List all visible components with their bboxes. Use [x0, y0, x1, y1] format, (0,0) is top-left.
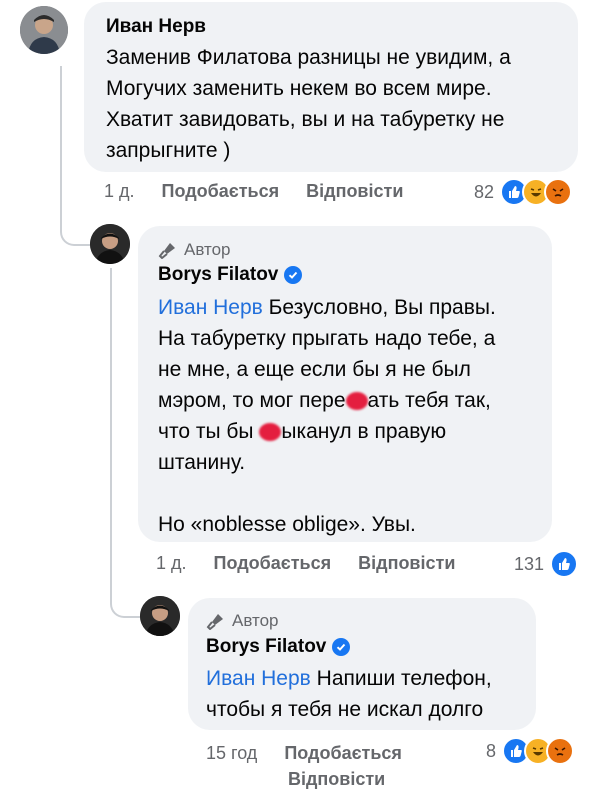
reply-button[interactable]: Відповісти — [288, 769, 385, 789]
avatar-person-icon — [20, 6, 68, 54]
author-badge: Автор — [158, 240, 231, 260]
censored-mark — [345, 392, 368, 411]
reply-text-segment: ать тебя так, — [367, 389, 491, 412]
reply-line: Но «noblesse oblige». Увы. — [158, 513, 416, 536]
reply-text: Иван Нерв Безусловно, Вы правы. На табур… — [158, 292, 548, 540]
reply-meta: 15 год Подобається Відповісти — [206, 740, 446, 792]
author-badge-label: Автор — [232, 611, 279, 630]
timestamp[interactable]: 1 д. — [156, 553, 187, 573]
avatar[interactable] — [140, 596, 180, 636]
reply-text-segment: ыканул в правую — [281, 420, 447, 443]
reply-text: Иван Нерв Напиши телефон, чтобы я тебя н… — [206, 663, 536, 725]
reply-author-row: Borys Filatov — [206, 636, 351, 658]
mention-link[interactable]: Иван Нерв — [158, 296, 263, 319]
reaction-count: 8 — [486, 740, 497, 761]
angry-icon — [544, 178, 573, 206]
comment-author[interactable]: Иван Нерв — [106, 16, 206, 38]
reply-text-segment: Напиши телефон, — [310, 667, 492, 690]
comment-line: запрыгните ) — [106, 139, 231, 162]
reply-line: не мне, а еще если бы я не был — [158, 358, 471, 381]
microphone-icon — [206, 614, 223, 630]
verified-badge-icon — [332, 638, 351, 656]
comment-line: Заменив Филатова разницы не увидим, а — [106, 46, 511, 69]
timestamp[interactable]: 1 д. — [104, 181, 135, 201]
thread-line-main — [60, 66, 62, 206]
avatar[interactable] — [20, 6, 68, 54]
reply-line: На табуретку прыгать надо тебе, а — [158, 327, 496, 350]
reply-author[interactable]: Borys Filatov — [158, 264, 278, 286]
thread-line-reply — [110, 268, 112, 578]
avatar-person-icon — [140, 596, 180, 636]
comment-meta: 1 д. Подобається Відповісти — [104, 181, 403, 202]
like-button[interactable]: Подобається — [214, 553, 332, 573]
comment-line: Хватит завидовать, вы и на табуретку не — [106, 108, 505, 131]
reactions-summary[interactable]: 82 — [474, 178, 573, 206]
reply-author-row: Borys Filatov — [158, 264, 303, 286]
like-button[interactable]: Подобається — [284, 743, 402, 763]
thread-line-curve-2 — [110, 576, 140, 618]
comment-line: Могучих заменить некем во всем мире. — [106, 77, 492, 100]
reply-text-segment: Безусловно, Вы правы. — [262, 296, 496, 319]
reaction-count: 131 — [514, 553, 545, 574]
author-badge: Автор — [206, 611, 279, 631]
angry-icon — [546, 737, 575, 765]
microphone-icon — [158, 243, 175, 259]
censored-mark — [259, 423, 282, 442]
mention-link[interactable]: Иван Нерв — [206, 667, 311, 690]
verified-badge-icon — [284, 266, 303, 284]
reply-author[interactable]: Borys Filatov — [206, 636, 326, 658]
reply-line: штанину. — [158, 451, 246, 474]
reactions-summary[interactable]: 8 — [486, 737, 575, 765]
reactions-summary[interactable]: 131 — [514, 550, 579, 578]
reaction-count: 82 — [474, 181, 495, 202]
reply-text-segment: мэром, то мог пере — [158, 389, 346, 412]
reply-button[interactable]: Відповісти — [306, 181, 403, 201]
timestamp[interactable]: 15 год — [206, 743, 257, 763]
like-icon — [550, 550, 579, 578]
comment-text: Заменив Филатова разницы не увидим, а Мо… — [106, 42, 576, 166]
author-badge-label: Автор — [184, 240, 231, 259]
reply-line: чтобы я тебя не искал долго — [206, 698, 484, 721]
avatar[interactable] — [90, 224, 130, 264]
reply-meta: 1 д. Подобається Відповісти — [156, 553, 455, 574]
reply-text-segment: что ты бы — [158, 420, 260, 443]
reply-button[interactable]: Відповісти — [358, 553, 455, 573]
like-button[interactable]: Подобається — [162, 181, 280, 201]
avatar-person-icon — [90, 224, 130, 264]
thread-line-curve-1 — [60, 204, 90, 246]
